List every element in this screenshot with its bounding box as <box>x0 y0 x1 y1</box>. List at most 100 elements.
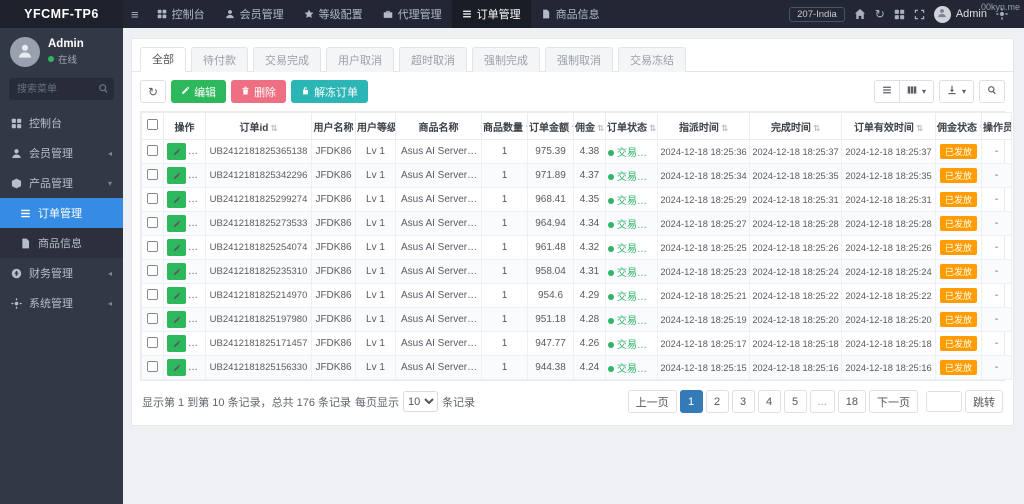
page-2[interactable]: 2 <box>706 390 729 413</box>
row-checkbox[interactable] <box>147 240 158 251</box>
order-status-cell: 交易完成 <box>606 140 658 164</box>
row-checkbox[interactable] <box>147 312 158 323</box>
topnav-item-order[interactable]: 订单管理 <box>452 0 531 28</box>
pencil-icon <box>173 364 181 372</box>
column-header[interactable]: 订单有效时间⇅ <box>842 113 936 140</box>
sidebar-item-system[interactable]: 系统管理◂ <box>0 288 123 318</box>
row-edit-button[interactable] <box>167 335 186 352</box>
topnav-item-console[interactable]: 控制台 <box>147 0 215 28</box>
topbar-user[interactable]: Admin <box>934 6 987 23</box>
home-icon[interactable] <box>854 8 866 20</box>
row-checkbox[interactable] <box>147 168 158 179</box>
row-checkbox[interactable] <box>147 288 158 299</box>
row-edit-button[interactable] <box>167 167 186 184</box>
sidebar-search <box>9 78 114 100</box>
edit-button[interactable]: 编辑 <box>171 80 226 103</box>
row-edit-button[interactable] <box>167 191 186 208</box>
tab-all[interactable]: 全部 <box>140 47 186 72</box>
row-checkbox[interactable] <box>147 144 158 155</box>
page-5[interactable]: 5 <box>784 390 807 413</box>
column-header[interactable]: 佣金⇅ <box>574 113 606 140</box>
row-edit-button[interactable] <box>167 311 186 328</box>
site-select[interactable]: 207-India <box>789 7 845 22</box>
row-edit-button[interactable] <box>167 263 186 280</box>
page-size-select[interactable]: 10 <box>403 391 438 412</box>
sort-icon[interactable]: ⇅ <box>597 123 604 133</box>
sort-icon[interactable]: ⇅ <box>270 123 277 133</box>
page-18[interactable]: 18 <box>838 390 866 413</box>
row-edit-button[interactable] <box>167 239 186 256</box>
pencil-icon <box>173 316 181 324</box>
topnav-item-label: 代理管理 <box>398 6 442 22</box>
sidebar: YFCMF-TP6 Admin 在线 控制台会员管理◂产品管理▾订单管理商品信息… <box>0 0 123 504</box>
export-button[interactable]: ▾ <box>939 80 974 103</box>
tab-pending-pay[interactable]: 待付款 <box>191 47 248 72</box>
tab-force-complete[interactable]: 强制完成 <box>472 47 540 72</box>
topnav-item-label: 会员管理 <box>240 6 284 22</box>
column-header[interactable]: 完成时间⇅ <box>750 113 842 140</box>
column-header[interactable]: 商品数量⇅ <box>482 113 528 140</box>
sort-icon[interactable]: ⇅ <box>916 123 923 133</box>
sidebar-item-finance[interactable]: 财务管理◂ <box>0 258 123 288</box>
topnav-item-goods[interactable]: 商品信息 <box>531 0 610 28</box>
tab-user-cancel[interactable]: 用户取消 <box>326 47 394 72</box>
page-4[interactable]: 4 <box>758 390 781 413</box>
assign-time-cell: 2024-12-18 18:25:29 <box>658 188 750 212</box>
row-edit-button[interactable] <box>167 143 186 160</box>
refresh-icon[interactable]: ↻ <box>875 7 885 21</box>
tab-completed[interactable]: 交易完成 <box>253 47 321 72</box>
status-dot-icon <box>608 198 614 204</box>
row-edit-button[interactable] <box>167 287 186 304</box>
row-checkbox[interactable] <box>147 192 158 203</box>
sidebar-item-order[interactable]: 订单管理 <box>0 198 123 228</box>
sidebar-item-goods[interactable]: 商品信息 <box>0 228 123 258</box>
content: 全部待付款交易完成用户取消超时取消强制完成强制取消交易冻结 ↻ 编辑 删除 解冻… <box>123 28 1024 504</box>
row-edit-button[interactable] <box>167 215 186 232</box>
person-icon <box>937 8 947 18</box>
grid-icon[interactable] <box>894 9 905 20</box>
column-header[interactable]: 订单id⇅ <box>206 113 312 140</box>
row-checkbox[interactable] <box>147 360 158 371</box>
sidebar-item-console[interactable]: 控制台 <box>0 108 123 138</box>
amount-cell: 954.6 <box>528 284 574 308</box>
page-3[interactable]: 3 <box>732 390 755 413</box>
sidebar-item-member[interactable]: 会员管理◂ <box>0 138 123 168</box>
tab-timeout-cancel[interactable]: 超时取消 <box>399 47 467 72</box>
next-page-button[interactable]: 下一页 <box>869 390 918 413</box>
search-icon[interactable] <box>98 83 109 97</box>
view-button[interactable] <box>874 80 900 103</box>
tab-frozen[interactable]: 交易冻结 <box>618 47 686 72</box>
row-checkbox[interactable] <box>147 216 158 227</box>
row-checkbox[interactable] <box>147 336 158 347</box>
tab-force-cancel[interactable]: 强制取消 <box>545 47 613 72</box>
row-edit-button[interactable] <box>167 359 186 376</box>
page-1[interactable]: 1 <box>680 390 703 413</box>
fullscreen-icon[interactable] <box>914 9 925 20</box>
prev-page-button[interactable]: 上一页 <box>628 390 677 413</box>
refresh-button[interactable]: ↻ <box>140 80 166 103</box>
topnav-item-agent[interactable]: 代理管理 <box>373 0 452 28</box>
columns-button[interactable]: ▾ <box>899 80 934 103</box>
search-toggle-button[interactable] <box>979 80 1005 103</box>
status-dot-icon <box>608 174 614 180</box>
sort-icon[interactable]: ⇅ <box>721 123 728 133</box>
sidebar-item-product[interactable]: 产品管理▾ <box>0 168 123 198</box>
sort-icon[interactable]: ⇅ <box>649 123 656 133</box>
column-header[interactable]: 订单状态⇅ <box>606 113 658 140</box>
row-checkbox[interactable] <box>147 264 158 275</box>
unfreeze-button[interactable]: 解冻订单 <box>291 80 368 103</box>
delete-button[interactable]: 删除 <box>231 80 286 103</box>
column-header[interactable]: 指派时间⇅ <box>658 113 750 140</box>
page-jump-input[interactable] <box>926 391 962 412</box>
commission-cell: 4.34 <box>574 212 606 236</box>
column-header[interactable]: 订单金额⇅ <box>528 113 574 140</box>
topnav-item-member[interactable]: 会员管理 <box>215 0 294 28</box>
select-all-checkbox[interactable] <box>147 119 158 130</box>
column-header[interactable]: 佣金状态⇅ <box>936 113 982 140</box>
valid-time-cell: 2024-12-18 18:25:20 <box>842 308 936 332</box>
page-jump-button[interactable]: 跳转 <box>965 390 1003 413</box>
column-header: 操作员 <box>982 113 1012 140</box>
topnav-item-level[interactable]: 等级配置 <box>294 0 373 28</box>
sort-icon[interactable]: ⇅ <box>813 123 820 133</box>
menu-toggle-icon[interactable]: ≡ <box>131 7 139 22</box>
